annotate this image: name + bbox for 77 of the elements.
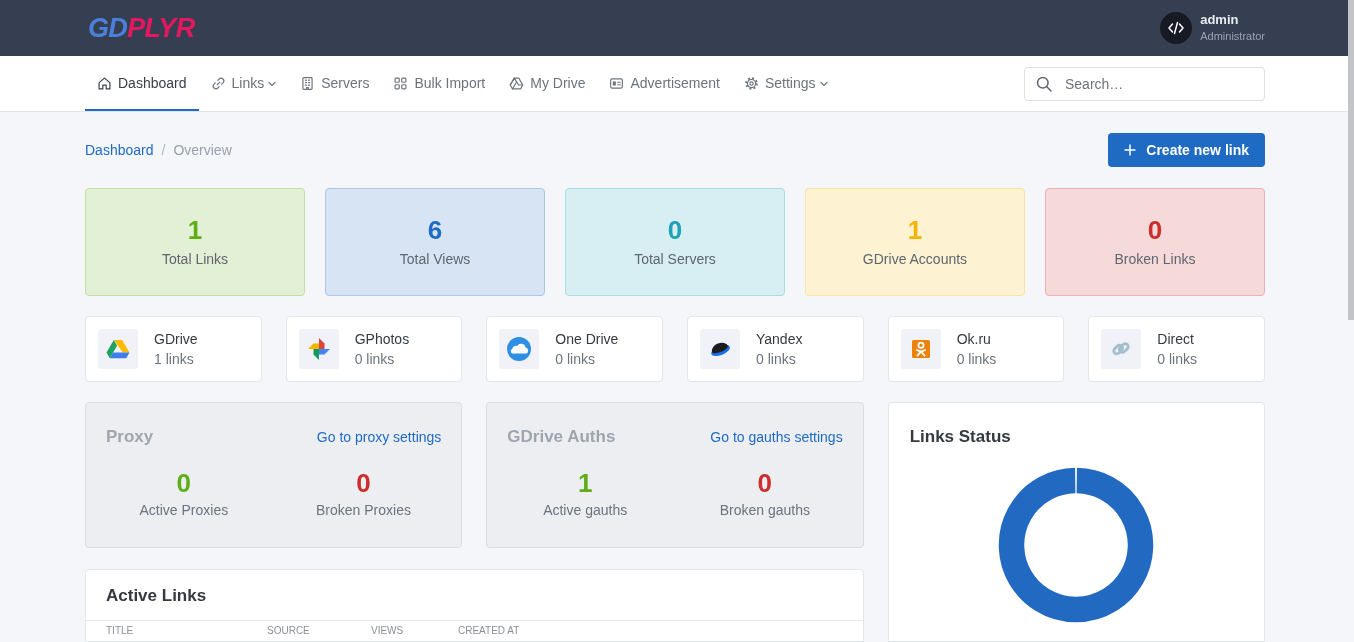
person-logo-icon (900, 329, 941, 369)
panel-title: Proxy (106, 426, 154, 448)
source-name: GPhotos (354, 330, 410, 349)
settings-link[interactable]: Go to proxy settings (316, 426, 442, 448)
nav-tab[interactable]: Bulk Import (381, 56, 498, 111)
source-card[interactable]: One Drive 0 links (486, 316, 663, 382)
column-header: CREATED AT (458, 625, 520, 637)
search-field[interactable]: Search… (1024, 66, 1265, 101)
source-name: GDrive (154, 330, 198, 349)
source-count: 0 links (956, 350, 997, 369)
card-title: Active Links (106, 585, 207, 607)
nav-tab[interactable]: Dashboard (85, 56, 199, 111)
metric-value: 1 (577, 468, 593, 498)
source-count: 0 links (1157, 350, 1197, 369)
plus-icon (1124, 144, 1137, 156)
metric-label: Broken Proxies (316, 501, 411, 520)
stat-value: 0 (1147, 215, 1163, 245)
ad-board-icon (609, 76, 625, 91)
nav-tab[interactable]: Settings (731, 56, 840, 111)
metric-value: 0 (176, 468, 192, 498)
triangle-logo-icon (98, 329, 138, 369)
stat-value: 1 (187, 215, 203, 245)
source-name: Direct (1157, 330, 1194, 349)
metric-label: Active Proxies (139, 501, 229, 520)
user-name: admin (1200, 12, 1240, 28)
stat-value: 0 (667, 215, 683, 245)
stat-label: Total Links (161, 250, 229, 269)
link-icon (210, 76, 226, 91)
source-count: 0 links (756, 350, 796, 369)
create-link-button[interactable]: Create new link (1108, 133, 1265, 167)
column-header: SOURCE (267, 625, 310, 637)
breadcrumb-link[interactable]: Dashboard (85, 139, 154, 161)
stat-value: 1 (907, 215, 923, 245)
settings-link[interactable]: Go to gauths settings (710, 426, 843, 448)
source-card[interactable]: Yandex 0 links (687, 316, 864, 382)
source-card[interactable]: Ok.ru 0 links (887, 316, 1065, 382)
home-icon (97, 76, 112, 91)
stat-label: Total Views (399, 250, 471, 269)
breadcrumb-separator: / (161, 140, 166, 160)
source-card[interactable]: Direct 0 links (1088, 316, 1265, 382)
grid-icon (393, 76, 409, 91)
source-card[interactable]: GDrive 1 links (85, 316, 262, 382)
source-count: 0 links (555, 350, 595, 369)
source-name: Yandex (756, 330, 803, 349)
scrollbar-thumb[interactable] (1348, 0, 1354, 320)
cloud-icon (499, 329, 540, 369)
metric-value: 0 (356, 468, 371, 498)
panel-title: GDrive Auths (507, 426, 616, 448)
building-icon (300, 76, 316, 91)
source-count: 0 links (354, 350, 395, 369)
user-role: Administrator (1200, 29, 1265, 44)
source-card[interactable]: GPhotos 0 links (285, 316, 463, 382)
metric-label: Broken gauths (719, 501, 810, 520)
chain-link-icon (1101, 329, 1142, 369)
column-header: TITLE (106, 625, 134, 637)
metric-value: 0 (757, 468, 773, 498)
stat-label: GDrive Accounts (862, 250, 968, 269)
drive-icon (509, 76, 525, 91)
pinwheel-icon (298, 329, 339, 369)
source-count: 1 links (154, 350, 194, 369)
column-header: VIEWS (371, 625, 404, 637)
metric-label: Active gauths (543, 501, 628, 520)
stat-label: Total Servers (634, 250, 716, 269)
nav-tab[interactable]: Advertisement (597, 56, 732, 111)
nav-tab[interactable]: Servers (288, 56, 382, 111)
avatar-icon (1160, 12, 1193, 44)
source-name: One Drive (555, 330, 619, 349)
source-name: Ok.ru (956, 330, 991, 349)
stat-value: 6 (427, 215, 443, 245)
stat-label: Broken Links (1114, 250, 1196, 269)
breadcrumb-current: Overview (173, 140, 232, 160)
card-title: Links Status (909, 426, 1011, 448)
search-icon (1036, 75, 1052, 92)
nav-tab[interactable]: Links (198, 56, 289, 111)
logo[interactable]: GDPLYR (88, 12, 195, 44)
nav-tab[interactable]: My Drive (497, 56, 598, 111)
settings-icon (743, 76, 759, 91)
